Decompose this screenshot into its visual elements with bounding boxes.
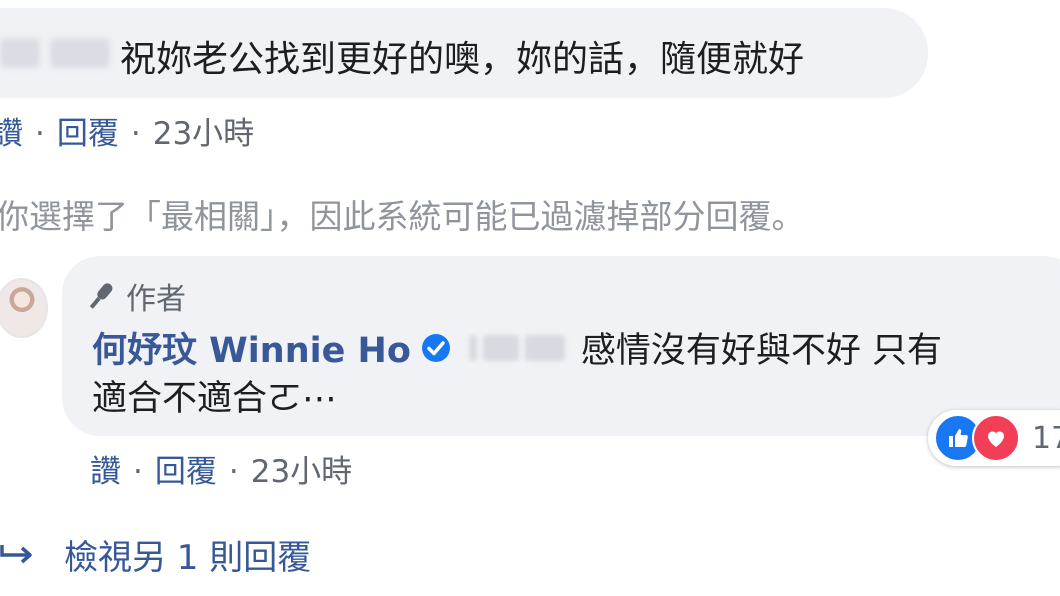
reply-actions: 讚 · 回覆 · 23小時 (90, 446, 352, 491)
like-link[interactable]: 讚 (90, 454, 121, 490)
author-badge: 作者 (84, 274, 186, 318)
reaction-summary[interactable]: 17 (928, 410, 1060, 466)
blurred-mention (468, 334, 477, 361)
reply-link[interactable]: 回覆 (57, 116, 119, 152)
reply-text-continued: 適合不適合ㄛ⋯ (92, 379, 338, 419)
love-icon (972, 414, 1020, 462)
microphone-icon (89, 283, 113, 309)
reply-arrow-icon (0, 544, 32, 563)
author-label: 作者 (126, 282, 186, 317)
timestamp[interactable]: 23小時 (153, 116, 254, 152)
view-more-replies-label: 檢視另 1 則回覆 (64, 538, 312, 578)
timestamp[interactable]: 23小時 (251, 454, 352, 490)
blurred-commenter-name (0, 38, 40, 68)
like-link[interactable]: 讚 (0, 116, 23, 152)
comment-actions: 讚 · 回覆 · 23小時 (0, 108, 254, 153)
separator: · (130, 116, 141, 152)
avatar[interactable] (0, 278, 48, 338)
reaction-count: 17 (1032, 420, 1060, 456)
blurred-commenter-name (50, 38, 110, 68)
reply-text: 感情沒有好與不好 只有 (580, 331, 943, 371)
blurred-mention (524, 334, 565, 361)
reply-link[interactable]: 回覆 (155, 454, 217, 490)
comment-text: 祝妳老公找到更好的噢，妳的話，隨便就好 (120, 39, 805, 80)
blurred-mention (482, 334, 519, 361)
separator: · (35, 116, 45, 152)
reply-line: 何妤玟 Winnie Ho 感情沒有好與不好 只有 (92, 322, 942, 373)
separator: · (228, 454, 239, 490)
author-name-link[interactable]: 何妤玟 Winnie Ho (92, 322, 411, 373)
verified-badge-icon (421, 333, 450, 362)
filter-notice: 你選擇了「最相關」，因此系統可能已過濾掉部分回覆。 (0, 197, 805, 236)
view-more-replies-link[interactable]: 檢視另 1 則回覆 (0, 530, 311, 579)
separator: · (133, 454, 143, 490)
